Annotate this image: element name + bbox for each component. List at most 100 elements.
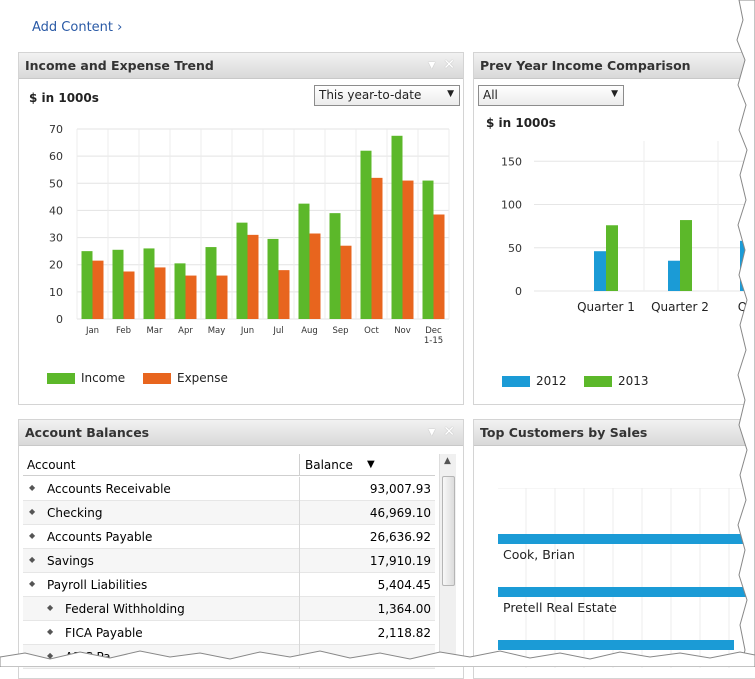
account-name: Federal Withholding <box>65 602 185 616</box>
y-tick-label: 60 <box>49 150 63 163</box>
panel-header: Account Balances ▾ ✕ <box>19 420 463 446</box>
x-tick-label: Quarter 2 <box>651 300 709 314</box>
panel-title: Account Balances <box>25 425 150 440</box>
bar-income <box>205 247 217 319</box>
bar-2013 <box>606 225 618 291</box>
sort-desc-icon[interactable]: ▼ <box>367 459 375 470</box>
table-row[interactable]: ◆ Savings 17,910.19 <box>23 549 435 573</box>
x-tick-label: Oct <box>364 326 379 336</box>
column-header-account[interactable]: Account <box>27 458 75 472</box>
legend-2013: 2013 <box>584 374 649 388</box>
bar-expense <box>371 177 383 319</box>
x-tick-label: Sep <box>332 326 348 336</box>
bar-expense <box>278 270 290 319</box>
column-divider <box>299 501 300 525</box>
bar-income <box>360 150 372 319</box>
column-header-balance[interactable]: Balance <box>305 458 353 472</box>
account-balance: 1,364.00 <box>377 602 431 616</box>
account-balances-panel: Account Balances ▾ ✕ Account Balance ▼ ◆… <box>18 419 464 679</box>
expand-bullet-icon[interactable]: ◆ <box>29 483 35 492</box>
expand-bullet-icon[interactable]: ◆ <box>29 555 35 564</box>
x-tick-label: Mar <box>146 326 163 336</box>
legend-label-2013: 2013 <box>618 374 649 388</box>
x-tick-label: Jul <box>272 326 283 336</box>
bar-expense <box>433 214 445 319</box>
y-tick-label: 100 <box>501 199 522 212</box>
x-tick-label: Jan <box>85 326 99 336</box>
expand-bullet-icon[interactable]: ◆ <box>29 579 35 588</box>
collapse-icon[interactable]: ▾ <box>428 57 435 73</box>
expand-bullet-icon[interactable]: ◆ <box>47 603 53 612</box>
torn-edge-right <box>736 0 755 667</box>
panel-title: Prev Year Income Comparison <box>480 58 691 73</box>
y-tick-label: 20 <box>49 259 63 272</box>
scroll-up-icon[interactable]: ▲ <box>444 456 451 466</box>
scrollbar-thumb[interactable] <box>442 476 455 586</box>
account-name: Checking <box>47 506 103 520</box>
bar-2012 <box>668 260 680 291</box>
table-row[interactable]: ◆ FICA Payable 2,118.82 <box>23 621 435 645</box>
account-name: Accounts Receivable <box>47 482 171 496</box>
bar-income <box>267 238 279 319</box>
bar-expense <box>92 260 104 319</box>
customer-sales-bar <box>498 534 755 544</box>
table-row[interactable]: ◆ Accounts Payable 26,636.92 <box>23 525 435 549</box>
expand-bullet-icon[interactable]: ◆ <box>29 531 35 540</box>
income-expense-chart: 0 10 20 30 40 50 60 70 Jan Feb Mar Apr May Jun Jul Aug S… <box>49 123 450 346</box>
add-content-link[interactable]: Add Content › <box>32 20 122 35</box>
account-balance: 2,118.82 <box>377 626 431 640</box>
unit-label: $ in 1000s <box>486 116 556 130</box>
account-name: FICA Payable <box>65 626 143 640</box>
x-tick-label: Jun <box>240 326 254 336</box>
bar-income <box>174 263 186 319</box>
legend-swatch-2012 <box>502 375 530 387</box>
account-name: Savings <box>47 554 94 568</box>
close-icon[interactable]: ✕ <box>443 424 455 440</box>
bar-expense <box>123 271 135 319</box>
bar-income <box>112 249 124 319</box>
vertical-scrollbar[interactable]: ▲ <box>439 454 456 664</box>
customer-sales-bar <box>498 587 755 597</box>
bar-expense <box>154 267 166 319</box>
x-tick-label: May <box>208 326 226 336</box>
table-row[interactable]: ◆ Accounts Receivable 93,007.93 <box>23 477 435 501</box>
y-tick-label: 50 <box>508 242 522 255</box>
column-divider <box>299 525 300 549</box>
bar-expense <box>309 233 321 319</box>
bar-income <box>329 213 341 319</box>
period-select[interactable]: This year-to-date ▼ <box>314 85 460 106</box>
collapse-icon[interactable]: ▾ <box>428 424 435 440</box>
x-tick-label: Apr <box>178 326 193 336</box>
account-balance: 46,969.10 <box>369 506 431 520</box>
table-row[interactable]: ◆ Checking 46,969.10 <box>23 501 435 525</box>
bar-expense <box>247 234 259 319</box>
bar-income <box>236 222 248 319</box>
y-tick-label: 0 <box>515 285 522 298</box>
legend-expense: Expense <box>143 371 228 385</box>
account-balance: 17,910.19 <box>369 554 431 568</box>
legend-swatch-2013 <box>584 375 612 387</box>
bar-income <box>81 251 93 319</box>
dropdown-arrow-icon: ▼ <box>447 89 454 99</box>
unit-label: $ in 1000s <box>29 91 99 105</box>
customer-name: Pretell Real Estate <box>503 600 617 615</box>
expand-bullet-icon[interactable]: ◆ <box>29 507 35 516</box>
filter-select[interactable]: All ▼ <box>478 85 624 106</box>
prev-year-chart: 050100150200Quarter 1Quarter 2Qu... <box>501 141 755 314</box>
customer-name: Cook, Brian <box>503 547 575 562</box>
column-divider <box>299 477 300 501</box>
filter-select-value: All <box>483 88 498 102</box>
period-select-value: This year-to-date <box>319 88 422 102</box>
grid-header: Account Balance ▼ <box>23 454 435 476</box>
account-name: Payroll Liabilities <box>47 578 148 592</box>
account-balance: 5,404.45 <box>377 578 431 592</box>
y-tick-label: 150 <box>501 155 522 168</box>
table-row[interactable]: ◆ Payroll Liabilities 5,404.45 <box>23 573 435 597</box>
x-tick-label: Feb <box>116 326 131 336</box>
close-icon[interactable]: ✕ <box>443 57 455 73</box>
expand-bullet-icon[interactable]: ◆ <box>47 627 53 636</box>
bar-income <box>422 180 434 319</box>
account-name: Accounts Payable <box>47 530 153 544</box>
table-row[interactable]: ◆ Federal Withholding 1,364.00 <box>23 597 435 621</box>
bar-2012 <box>594 251 606 291</box>
